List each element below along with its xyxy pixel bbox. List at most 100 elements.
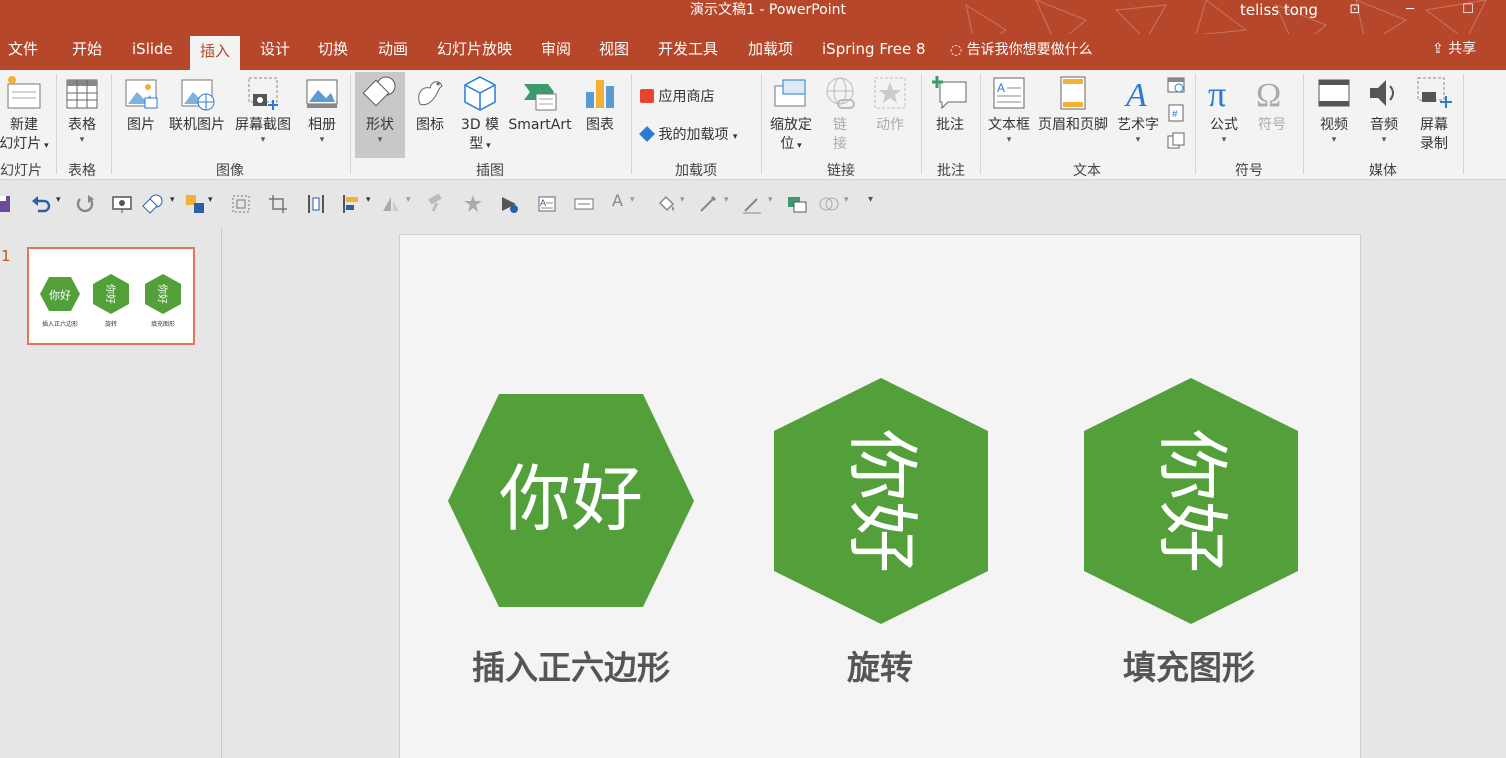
thumb-hexagon-3: 你好 — [145, 274, 181, 314]
distribute-icon[interactable] — [305, 193, 327, 215]
presenter-icon[interactable] — [111, 193, 133, 215]
arrange-dropdown-icon[interactable]: ▾ — [208, 195, 213, 205]
tab-insert[interactable]: 插入 — [190, 36, 240, 70]
picture-button[interactable]: 图片 — [120, 74, 162, 135]
screenshot-button[interactable]: 屏幕截图 ▾ — [232, 74, 294, 145]
shapes-button[interactable]: 形状 ▾ — [355, 72, 405, 158]
screenshot-icon — [248, 77, 278, 110]
undo-dropdown-icon[interactable]: ▾ — [56, 195, 61, 205]
animation-icon[interactable] — [498, 193, 520, 215]
outline-dropdown-icon[interactable]: ▾ — [724, 195, 729, 205]
tab-review[interactable]: 审阅 — [537, 34, 575, 70]
effects-star-icon[interactable] — [462, 193, 484, 215]
group-separator — [1195, 74, 1196, 174]
slide-canvas[interactable]: 你好 你好 你好 插入正六边形 旋转 填充图形 — [399, 234, 1361, 758]
hexagon-rotated[interactable]: 你好 — [773, 377, 989, 625]
comment-button[interactable]: 批注 — [928, 74, 972, 135]
fill-dropdown-icon[interactable]: ▾ — [680, 195, 685, 205]
hexagon-filled[interactable]: 你好 — [1083, 377, 1299, 625]
title-bar: 演示文稿1 - PowerPoint teliss tong ⊡ ─ ☐ — [0, 0, 1506, 34]
minimize-icon[interactable]: ─ — [1400, 2, 1420, 18]
symbol-button[interactable]: Ω 符号 — [1252, 74, 1292, 135]
hexagon-flat[interactable]: 你好 — [447, 394, 695, 608]
table-button[interactable]: 表格 ▾ — [60, 74, 104, 145]
line-dropdown-icon[interactable]: ▾ — [768, 195, 773, 205]
svg-text:A: A — [1124, 77, 1147, 112]
equation-button[interactable]: π 公式 ▾ — [1202, 74, 1246, 145]
3d-model-button[interactable]: 3D 模 型 ▾ — [456, 74, 504, 156]
object-icon[interactable] — [1167, 132, 1185, 150]
font-dropdown-icon[interactable]: ▾ — [630, 195, 635, 205]
my-addins-button[interactable]: 我的加载项 ▾ — [639, 124, 737, 144]
album-button[interactable]: 相册 ▾ — [300, 74, 344, 145]
shapes-dropdown-icon[interactable]: ▾ — [170, 195, 175, 205]
redo-icon[interactable] — [74, 193, 96, 215]
zoom-button[interactable]: 缩放定 位 ▾ — [766, 74, 816, 156]
link-button[interactable]: 链 接 — [820, 74, 860, 154]
shapes-qat-icon[interactable] — [142, 193, 164, 215]
wordart-button[interactable]: A 艺术字 ▾ — [1114, 74, 1162, 145]
online-picture-icon — [181, 79, 215, 111]
caption-insert-hexagon[interactable]: 插入正六边形 — [441, 641, 701, 689]
smartart-label: SmartArt — [508, 117, 572, 133]
tab-home[interactable]: 开始 — [68, 34, 106, 70]
group-objects-icon[interactable] — [230, 193, 252, 215]
audio-button[interactable]: 音频 ▾ — [1362, 74, 1406, 145]
tab-islide[interactable]: iSlide — [128, 34, 177, 70]
textbox-qat-icon[interactable] — [573, 193, 595, 215]
rotate-icon[interactable] — [380, 193, 402, 215]
share-button[interactable]: ⇪ 共享 — [1432, 34, 1476, 70]
tab-animations[interactable]: 动画 — [374, 34, 412, 70]
action-button[interactable]: 动作 — [868, 74, 912, 135]
new-slide-label-1: 新建 — [10, 117, 38, 133]
user-name[interactable]: teliss tong — [1240, 0, 1318, 20]
textbox-button[interactable]: A 文本框 ▾ — [984, 74, 1034, 145]
text-insert-icon[interactable]: A — [536, 193, 558, 215]
slide-thumbnail-1[interactable]: 你好 你好 你好 插入正六边形 旋转 填充图形 — [27, 247, 195, 345]
tell-me-box[interactable]: ◌ 告诉我你想要做什么 — [950, 34, 1093, 70]
tab-design[interactable]: 设计 — [256, 34, 294, 70]
tab-file[interactable]: 文件 — [4, 34, 42, 70]
icons-button[interactable]: 图标 — [410, 74, 450, 135]
smartart-button[interactable]: SmartArt — [506, 74, 574, 135]
arrange-icon[interactable] — [184, 193, 206, 215]
header-footer-icon — [1060, 76, 1086, 110]
align-icon[interactable] — [340, 193, 362, 215]
fill-bucket-icon[interactable] — [655, 193, 677, 215]
caption-fill[interactable]: 填充图形 — [1089, 641, 1289, 689]
svg-text:π: π — [1208, 74, 1226, 112]
tab-developer[interactable]: 开发工具 — [654, 34, 722, 70]
chart-button[interactable]: 图表 — [580, 74, 620, 135]
merge-shapes-icon[interactable] — [818, 193, 840, 215]
slide-layout-icon[interactable] — [786, 193, 808, 215]
screen-recording-button[interactable]: 屏幕 录制 — [1412, 74, 1456, 154]
save-icon[interactable] — [0, 193, 14, 215]
tab-addins[interactable]: 加载项 — [744, 34, 797, 70]
store-button[interactable]: 应用商店 — [640, 86, 714, 106]
tab-transitions[interactable]: 切换 — [314, 34, 352, 70]
crop-icon[interactable] — [267, 193, 289, 215]
maximize-icon[interactable]: ☐ — [1458, 2, 1478, 18]
slide-number-icon[interactable]: # — [1167, 104, 1185, 122]
tab-slideshow[interactable]: 幻灯片放映 — [433, 34, 516, 70]
ribbon-display-icon[interactable]: ⊡ — [1345, 2, 1365, 18]
caption-rotate[interactable]: 旋转 — [780, 641, 980, 689]
tab-ispring[interactable]: iSpring Free 8 — [818, 34, 929, 70]
header-footer-button[interactable]: 页眉和页脚 — [1036, 74, 1110, 135]
format-painter-icon[interactable] — [425, 193, 447, 215]
rotate-dropdown-icon[interactable]: ▾ — [406, 195, 411, 205]
customize-qat-icon[interactable]: ▾ — [868, 194, 873, 205]
tab-view[interactable]: 视图 — [595, 34, 633, 70]
line-pen-icon[interactable] — [741, 193, 763, 215]
font-color-icon[interactable]: A — [612, 191, 623, 210]
align-dropdown-icon[interactable]: ▾ — [366, 195, 371, 205]
merge-dropdown-icon[interactable]: ▾ — [844, 195, 849, 205]
svg-text:A: A — [540, 198, 546, 208]
online-picture-button[interactable]: 联机图片 — [166, 74, 228, 135]
new-slide-button[interactable]: 新建 幻灯片 ▾ — [0, 74, 52, 156]
outline-pen-icon[interactable] — [697, 193, 719, 215]
undo-icon[interactable] — [30, 193, 52, 215]
date-time-icon[interactable] — [1167, 76, 1185, 94]
video-button[interactable]: 视频 ▾ — [1312, 74, 1356, 145]
ribbon-tabs: 文件 开始 iSlide 插入 设计 切换 动画 幻灯片放映 审阅 视图 开发工… — [0, 34, 1506, 70]
